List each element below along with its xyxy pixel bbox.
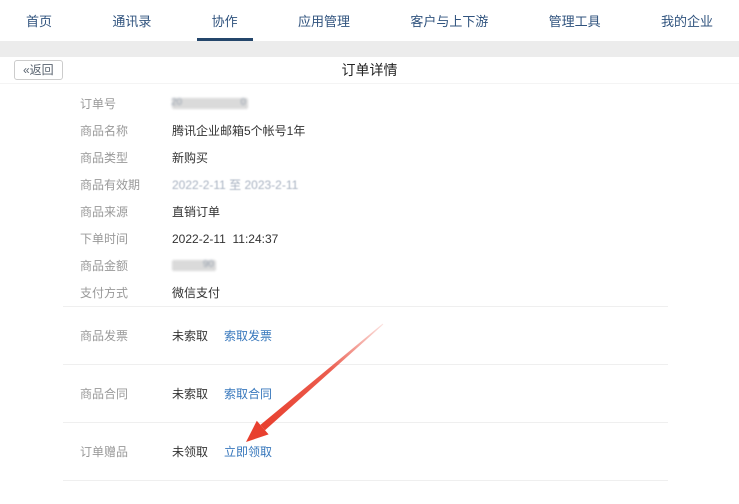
nav-item-home[interactable]: 首页	[26, 0, 52, 41]
redacted-fragment: 0	[240, 97, 246, 109]
nav-item-label: 通讯录	[112, 11, 151, 30]
action-status: 未领取	[172, 443, 208, 460]
field-row: 下单时间 2022-2-11 11:24:37	[0, 225, 739, 252]
field-value: 2022-2-11 至 2023-2-11	[172, 176, 298, 193]
field-list: 订单号 20 0 商品名称 腾讯企业邮箱5个帐号1年 商品类型 新购买 商品有效期…	[0, 90, 739, 306]
gray-separator-bar	[0, 41, 739, 57]
field-row: 商品金额 90	[0, 252, 739, 279]
nav-item-company[interactable]: 我的企业	[661, 0, 713, 41]
field-row: 订单号 20 0	[0, 90, 739, 117]
action-status: 未索取	[172, 327, 208, 344]
action-row-gift: 订单赠品 未领取 立即领取	[0, 423, 739, 480]
field-value: 微信支付	[172, 284, 220, 301]
nav-item-contacts[interactable]: 通讯录	[112, 0, 151, 41]
nav-item-apps[interactable]: 应用管理	[298, 0, 350, 41]
nav-item-label: 首页	[26, 11, 52, 30]
back-button[interactable]: «返回	[14, 60, 63, 80]
field-value: 新购买	[172, 149, 208, 166]
page-header: «返回 订单详情	[0, 57, 739, 84]
field-label: 商品有效期	[80, 176, 172, 193]
field-label: 订单号	[80, 95, 172, 112]
field-label: 支付方式	[80, 284, 172, 301]
action-row-contract: 商品合同 未索取 索取合同	[0, 365, 739, 422]
action-label: 商品发票	[80, 327, 172, 344]
action-label: 商品合同	[80, 385, 172, 402]
action-label: 订单赠品	[80, 443, 172, 460]
field-row: 商品有效期 2022-2-11 至 2023-2-11	[0, 171, 739, 198]
action-status: 未索取	[172, 385, 208, 402]
field-row: 商品来源 直销订单	[0, 198, 739, 225]
nav-item-collab[interactable]: 协作	[212, 0, 238, 41]
action-link-contract[interactable]: 索取合同	[224, 385, 272, 402]
field-label: 商品金额	[80, 257, 172, 274]
field-label: 商品来源	[80, 203, 172, 220]
field-value: 腾讯企业邮箱5个帐号1年	[172, 122, 305, 139]
nav-item-label: 应用管理	[298, 11, 350, 30]
order-detail-page: 首页 通讯录 协作 应用管理 客户与上下游 管理工具 我的企业 «返回 订单详情…	[0, 0, 739, 504]
nav-item-label: 客户与上下游	[410, 11, 488, 30]
redacted-value: 20 0	[172, 98, 248, 109]
action-link-invoice[interactable]: 索取发票	[224, 327, 272, 344]
nav-item-customers[interactable]: 客户与上下游	[410, 0, 488, 41]
action-list: 商品发票 未索取 索取发票 商品合同 未索取 索取合同 订单赠品 未领取 立即领…	[0, 306, 739, 481]
nav-item-tools[interactable]: 管理工具	[549, 0, 601, 41]
nav-item-label: 管理工具	[549, 11, 601, 30]
field-label: 商品类型	[80, 149, 172, 166]
nav-item-label: 我的企业	[661, 11, 713, 30]
action-link-gift[interactable]: 立即领取	[224, 443, 272, 460]
redacted-fragment: 90	[203, 259, 214, 271]
field-row: 商品类型 新购买	[0, 144, 739, 171]
redacted-fragment: 20	[171, 97, 182, 109]
field-value: 20 0	[172, 98, 248, 109]
top-nav: 首页 通讯录 协作 应用管理 客户与上下游 管理工具 我的企业	[0, 0, 739, 41]
field-label: 商品名称	[80, 122, 172, 139]
field-value: 直销订单	[172, 203, 220, 220]
nav-item-label: 协作	[212, 11, 238, 30]
field-value: 2022-2-11 11:24:37	[172, 232, 278, 246]
field-row: 支付方式 微信支付	[0, 279, 739, 306]
order-detail-panel: 订单号 20 0 商品名称 腾讯企业邮箱5个帐号1年 商品类型 新购买 商品有效期…	[0, 84, 739, 481]
field-value: 90	[172, 260, 216, 271]
section-divider	[63, 480, 668, 481]
field-row: 商品名称 腾讯企业邮箱5个帐号1年	[0, 117, 739, 144]
page-title: 订单详情	[342, 60, 398, 80]
action-row-invoice: 商品发票 未索取 索取发票	[0, 307, 739, 364]
field-label: 下单时间	[80, 230, 172, 247]
redacted-value: 90	[172, 260, 216, 271]
